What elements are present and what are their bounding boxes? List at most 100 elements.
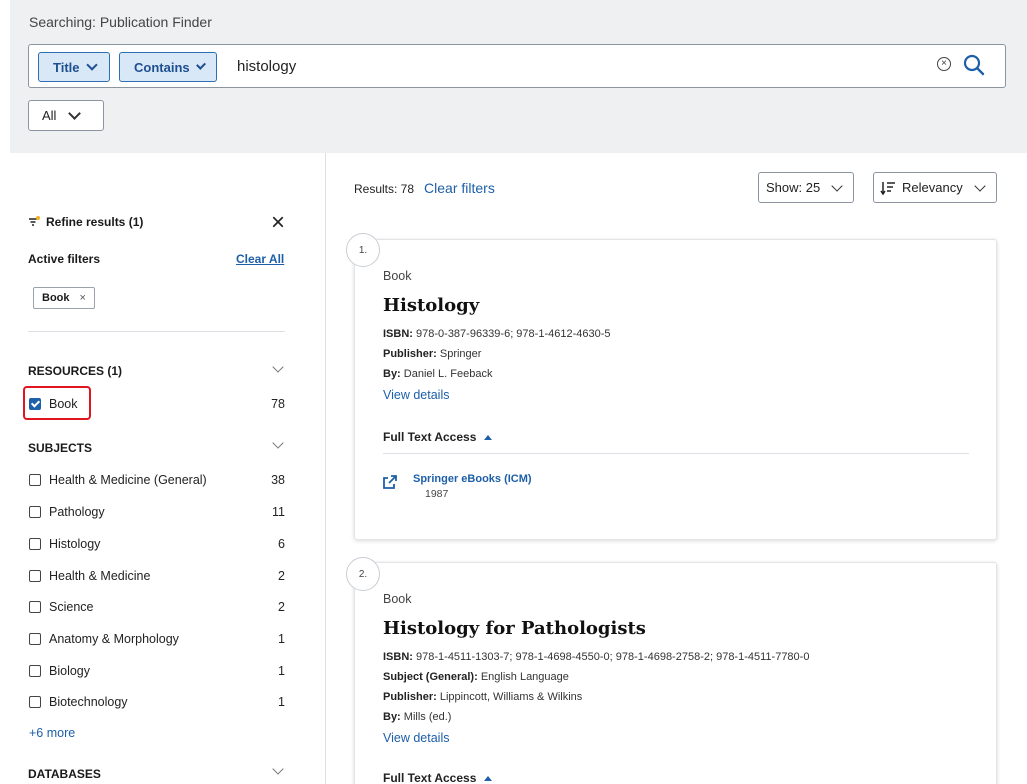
result-type: Book bbox=[383, 269, 412, 283]
results-bar: Results: 78 Clear filters bbox=[354, 180, 495, 196]
facet-item-count: 78 bbox=[271, 397, 285, 411]
full-text-access-label: Full Text Access bbox=[383, 771, 477, 784]
checkbox-icon[interactable] bbox=[29, 665, 41, 677]
result-publisher: Publisher: Springer bbox=[383, 348, 481, 360]
highlight-box bbox=[23, 386, 91, 420]
active-filters-label: Active filters bbox=[28, 252, 101, 266]
result-subject: Subject (General): English Language bbox=[383, 671, 569, 683]
view-details-link[interactable]: View details bbox=[383, 731, 449, 745]
full-text-access-toggle[interactable]: Full Text Access bbox=[383, 430, 493, 444]
show-more-link[interactable]: +6 more bbox=[29, 726, 75, 740]
facet-item-label: Biotechnology bbox=[49, 695, 128, 709]
divider bbox=[28, 331, 285, 332]
full-text-source-link[interactable]: Springer eBooks (ICM) bbox=[413, 473, 532, 485]
checkbox-icon[interactable] bbox=[29, 633, 41, 645]
result-number-badge: 2. bbox=[346, 557, 380, 591]
facet-item[interactable]: Health & Medicine 2 bbox=[29, 566, 286, 586]
chevron-down-icon bbox=[831, 180, 843, 192]
chevron-down-icon[interactable] bbox=[272, 763, 284, 775]
chevron-down-icon bbox=[195, 59, 206, 70]
facet-item-count: 6 bbox=[278, 537, 285, 551]
search-panel: Searching: Publication Finder Title Cont… bbox=[10, 0, 1027, 153]
close-icon[interactable]: × bbox=[271, 211, 285, 235]
meta-value: Mills (ed.) bbox=[403, 711, 452, 723]
operator-select-label: Contains bbox=[134, 59, 190, 75]
facet-item[interactable]: Histology 6 bbox=[29, 534, 286, 554]
meta-value: 978-1-4511-1303-7; 978-1-4698-4550-0; 97… bbox=[416, 651, 810, 663]
checkbox-icon[interactable] bbox=[29, 538, 41, 550]
facet-item[interactable]: Health & Medicine (General) 38 bbox=[29, 470, 286, 490]
searching-label: Searching: Publication Finder bbox=[29, 14, 212, 30]
facet-heading-databases[interactable]: DATABASES bbox=[28, 767, 101, 781]
search-input[interactable]: histology bbox=[237, 58, 296, 75]
result-card: Book Histology ISBN: 978-0-387-96339-6; … bbox=[354, 239, 997, 540]
result-card: Book Histology for Pathologists ISBN: 97… bbox=[354, 562, 997, 784]
show-select-label: Show: 25 bbox=[766, 180, 821, 195]
chip-label: Book bbox=[42, 292, 70, 304]
search-icon[interactable] bbox=[963, 54, 985, 76]
field-select[interactable]: Title bbox=[38, 52, 110, 82]
meta-key: Subject (General): bbox=[383, 671, 478, 683]
facet-item-count: 2 bbox=[278, 569, 285, 583]
facet-item-label: Science bbox=[49, 600, 94, 614]
sort-select[interactable]: Relevancy bbox=[873, 172, 997, 203]
caret-up-icon bbox=[484, 434, 493, 440]
external-link-icon[interactable] bbox=[383, 475, 397, 489]
chip-remove-icon[interactable]: × bbox=[80, 292, 86, 304]
meta-key: By: bbox=[383, 711, 401, 723]
facet-item-label: Anatomy & Morphology bbox=[49, 632, 179, 646]
facet-item-count: 1 bbox=[278, 664, 285, 678]
meta-key: Publisher: bbox=[383, 691, 437, 703]
result-title[interactable]: Histology for Pathologists bbox=[383, 618, 646, 639]
facet-item[interactable]: Biotechnology 1 bbox=[29, 692, 286, 712]
refine-sidebar: Refine results (1) × Active filters Clea… bbox=[0, 153, 326, 784]
facet-item[interactable]: Pathology 11 bbox=[29, 502, 286, 522]
facet-item-label: Biology bbox=[49, 664, 90, 678]
refine-title: Refine results (1) bbox=[46, 215, 144, 229]
facet-item-count: 11 bbox=[272, 505, 285, 519]
checkbox-icon[interactable] bbox=[29, 601, 41, 613]
filter-icon bbox=[29, 216, 40, 226]
show-per-page-select[interactable]: Show: 25 bbox=[758, 172, 854, 203]
active-filter-chip[interactable]: Book × bbox=[33, 287, 95, 309]
checkbox-icon[interactable] bbox=[29, 474, 41, 486]
divider bbox=[383, 453, 969, 454]
view-details-link[interactable]: View details bbox=[383, 388, 449, 402]
scope-select[interactable]: All bbox=[28, 100, 104, 131]
full-text-access-toggle[interactable]: Full Text Access bbox=[383, 771, 493, 784]
meta-value: English Language bbox=[480, 671, 569, 683]
facet-item-label: Histology bbox=[49, 537, 101, 551]
field-select-label: Title bbox=[53, 59, 80, 75]
facet-item-count: 1 bbox=[278, 695, 285, 709]
facet-item-count: 1 bbox=[278, 632, 285, 646]
chevron-down-icon bbox=[85, 58, 98, 71]
chevron-down-icon[interactable] bbox=[272, 361, 284, 373]
facet-item[interactable]: Anatomy & Morphology 1 bbox=[29, 629, 286, 649]
operator-select[interactable]: Contains bbox=[119, 52, 217, 82]
facet-heading-resources[interactable]: RESOURCES (1) bbox=[28, 364, 122, 378]
meta-value: Lippincott, Williams & Wilkins bbox=[439, 691, 583, 703]
clear-icon[interactable]: × bbox=[937, 57, 951, 71]
checkbox-icon[interactable] bbox=[29, 570, 41, 582]
full-text-source-year: 1987 bbox=[425, 488, 449, 500]
result-title[interactable]: Histology bbox=[383, 295, 479, 316]
checkbox-icon[interactable] bbox=[29, 506, 41, 518]
checkbox-icon[interactable] bbox=[29, 696, 41, 708]
refine-header: Refine results (1) bbox=[28, 215, 143, 229]
clear-all-link[interactable]: Clear All bbox=[236, 252, 284, 266]
result-author: By: Daniel L. Feeback bbox=[383, 368, 492, 380]
chevron-down-icon bbox=[974, 180, 986, 192]
meta-key: By: bbox=[383, 368, 401, 380]
facet-item-label: Pathology bbox=[49, 505, 105, 519]
facet-heading-subjects[interactable]: SUBJECTS bbox=[28, 441, 92, 455]
meta-value: Springer bbox=[439, 348, 482, 360]
caret-up-icon bbox=[484, 775, 493, 781]
clear-filters-link[interactable]: Clear filters bbox=[424, 180, 495, 196]
facet-item[interactable]: Science 2 bbox=[29, 597, 286, 617]
chevron-down-icon bbox=[68, 106, 82, 120]
chevron-down-icon[interactable] bbox=[272, 437, 284, 449]
search-bar: Title Contains histology × bbox=[28, 44, 1006, 88]
facet-item-count: 2 bbox=[278, 600, 285, 614]
facet-item[interactable]: Biology 1 bbox=[29, 661, 286, 681]
result-isbn: ISBN: 978-0-387-96339-6; 978-1-4612-4630… bbox=[383, 328, 611, 340]
